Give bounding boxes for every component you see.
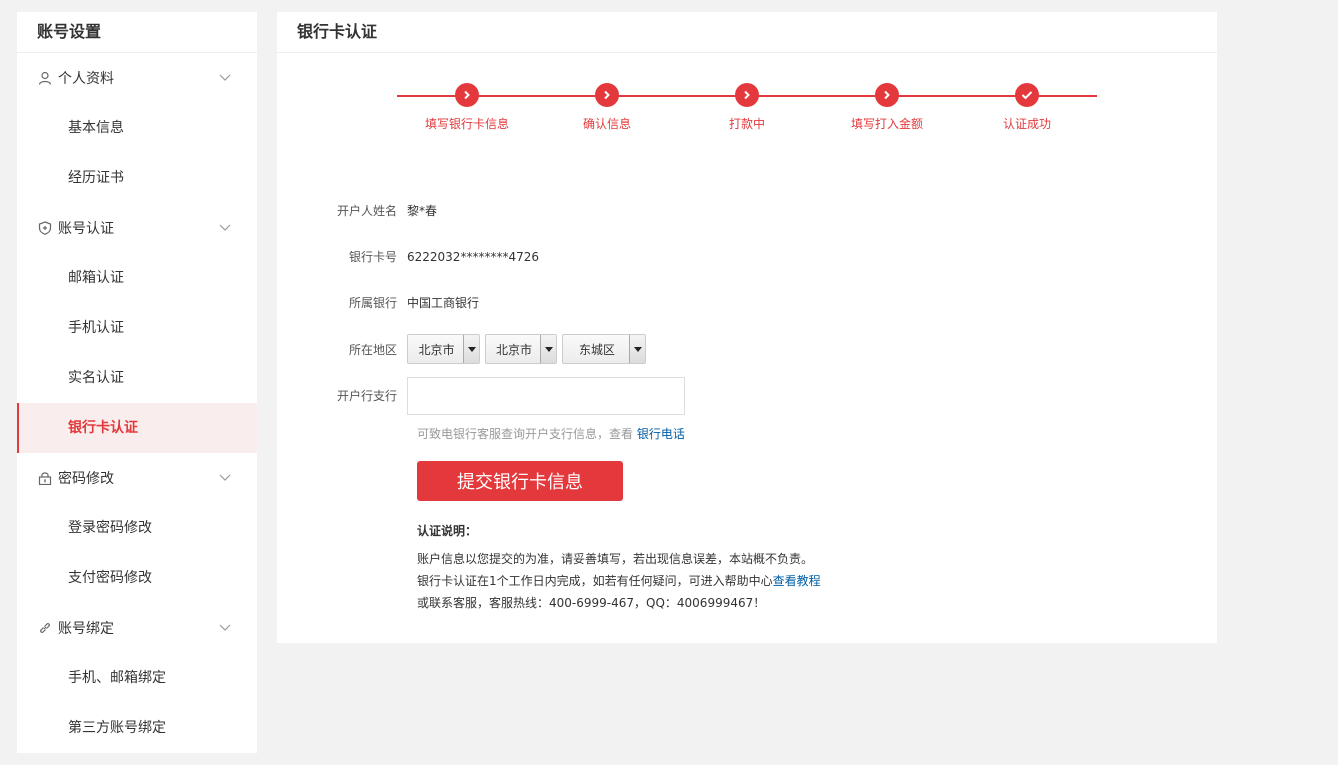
city-select[interactable]: 北京市 <box>485 334 557 364</box>
menu-group-label: 账号认证 <box>58 221 114 237</box>
menu-item-certificates[interactable]: 经历证书 <box>17 153 257 203</box>
card-number-label: 银行卡号 <box>348 250 397 264</box>
district-select[interactable]: 东城区 <box>562 334 646 364</box>
chevron-right-icon <box>735 83 759 107</box>
menu-group-binding[interactable]: 账号绑定 <box>17 603 257 653</box>
verification-notes: 认证说明： 账户信息以您提交的为准，请妥善填写，若出现信息误差，本站概不负责。 … <box>417 520 821 614</box>
notes-line-2: 银行卡认证在1个工作日内完成，如若有任何疑问，可进入帮助中心查看教程 <box>417 570 821 592</box>
account-name-label: 开户人姓名 <box>336 204 397 218</box>
menu-group-verification[interactable]: 账号认证 <box>17 203 257 253</box>
menu-group-label: 个人资料 <box>58 71 114 87</box>
card-number-value: 6222032********4726 <box>407 249 539 264</box>
shield-icon <box>38 221 52 235</box>
sidebar: 账号设置 个人资料 基本信息 经历证书 账号认证 邮箱认证 手机认证 实名认证 … <box>17 12 257 753</box>
branch-input[interactable] <box>407 377 685 415</box>
step-label: 打款中 <box>728 117 765 131</box>
region-label: 所在地区 <box>348 342 397 357</box>
sidebar-title: 账号设置 <box>17 12 257 53</box>
row-region: 所在地区 北京市 北京市 东城区 <box>277 334 651 364</box>
menu-group-profile[interactable]: 个人资料 <box>17 53 257 103</box>
menu-group-label: 账号绑定 <box>58 621 114 637</box>
chevron-down-icon <box>219 74 231 81</box>
step-confirm-info: 确认信息 <box>547 82 667 132</box>
chevron-right-icon <box>455 83 479 107</box>
branch-hint: 可致电银行客服查询开户支行信息，查看 银行电话 <box>417 425 685 442</box>
menu-item-email-verify[interactable]: 邮箱认证 <box>17 253 257 303</box>
row-account-name: 开户人姓名 黎*春 <box>277 202 437 219</box>
chevron-down-icon <box>219 224 231 231</box>
chevron-right-icon <box>875 83 899 107</box>
account-name-value: 黎*春 <box>407 204 438 218</box>
step-label: 确认信息 <box>582 117 631 131</box>
province-select-value: 北京市 <box>418 342 455 357</box>
user-icon <box>38 71 52 85</box>
submit-card-info-button[interactable]: 提交银行卡信息 <box>417 461 623 501</box>
chevron-right-icon <box>595 83 619 107</box>
menu-item-third-party-binding[interactable]: 第三方账号绑定 <box>17 703 257 753</box>
row-card-number: 银行卡号 6222032********4726 <box>277 248 539 265</box>
bank-phone-link[interactable]: 银行电话 <box>637 427 685 441</box>
menu-item-realname-verify[interactable]: 实名认证 <box>17 353 257 403</box>
menu-item-basic-info[interactable]: 基本信息 <box>17 103 257 153</box>
menu-item-phone-email-binding[interactable]: 手机、邮箱绑定 <box>17 653 257 703</box>
progress-stepper: 填写银行卡信息 确认信息 打款中 填写打入金额 认证成功 <box>397 82 1097 142</box>
dropdown-arrow-icon[interactable] <box>540 335 556 363</box>
bank-label: 所属银行 <box>348 296 397 310</box>
menu-item-login-password[interactable]: 登录密码修改 <box>17 503 257 553</box>
step-fill-amount: 填写打入金额 <box>827 82 947 132</box>
page-title: 银行卡认证 <box>277 12 1217 53</box>
city-select-value: 北京市 <box>496 342 533 357</box>
district-select-value: 东城区 <box>578 342 615 357</box>
menu-item-phone-verify[interactable]: 手机认证 <box>17 303 257 353</box>
main-panel: 银行卡认证 填写银行卡信息 确认信息 打款中 填写打入金额 认证成功 开户人姓名… <box>277 12 1217 643</box>
notes-title: 认证说明： <box>417 524 478 538</box>
step-fill-card-info: 填写银行卡信息 <box>407 82 527 132</box>
menu-group-label: 密码修改 <box>58 471 114 487</box>
step-transferring: 打款中 <box>687 82 807 132</box>
step-label: 认证成功 <box>1002 117 1051 131</box>
check-icon <box>1015 83 1039 107</box>
menu-group-password[interactable]: 密码修改 <box>17 453 257 503</box>
step-label: 填写银行卡信息 <box>424 117 509 131</box>
province-select[interactable]: 北京市 <box>407 334 480 364</box>
branch-hint-text: 可致电银行客服查询开户支行信息，查看 <box>417 427 637 441</box>
row-branch: 开户行支行 <box>277 377 685 415</box>
chevron-down-icon <box>219 624 231 631</box>
dropdown-arrow-icon[interactable] <box>629 335 645 363</box>
notes-line-1: 账户信息以您提交的为准，请妥善填写，若出现信息误差，本站概不负责。 <box>417 552 814 566</box>
notes-line-2-text: 银行卡认证在1个工作日内完成，如若有任何疑问，可进入帮助中心 <box>417 574 773 588</box>
dropdown-arrow-icon[interactable] <box>463 335 479 363</box>
bank-value: 中国工商银行 <box>407 296 480 310</box>
notes-line-3: 或联系客服，客服热线：400-6999-467，QQ：4006999467！ <box>417 596 766 610</box>
step-label: 填写打入金额 <box>850 117 923 131</box>
menu-item-pay-password[interactable]: 支付密码修改 <box>17 553 257 603</box>
link-icon <box>38 621 52 635</box>
lock-icon <box>38 471 52 485</box>
tutorial-link[interactable]: 查看教程 <box>773 574 821 588</box>
menu-item-bankcard-verify[interactable]: 银行卡认证 <box>17 403 257 453</box>
branch-label: 开户行支行 <box>336 389 397 403</box>
step-verified: 认证成功 <box>967 82 1087 132</box>
row-bank: 所属银行 中国工商银行 <box>277 294 479 311</box>
chevron-down-icon <box>219 474 231 481</box>
